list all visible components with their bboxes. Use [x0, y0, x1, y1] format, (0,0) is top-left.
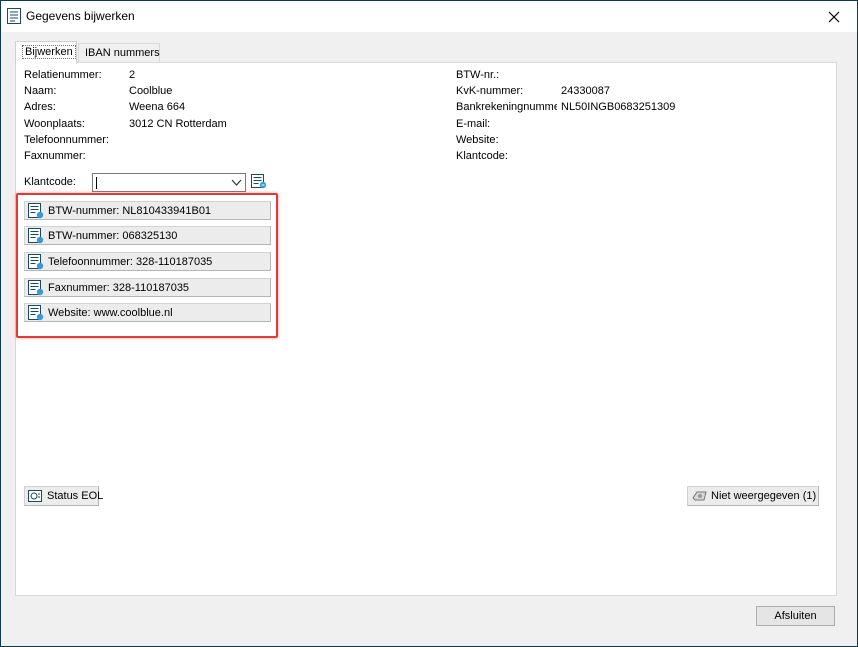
field-label-email: E-mail:	[456, 118, 491, 130]
field-label-adres: Adres:	[24, 101, 56, 113]
suggestion-label: Faxnummer: 328-110187035	[48, 281, 190, 294]
niet-weergegeven-button[interactable]: Niet weergegeven (1)	[687, 486, 819, 506]
field-label-telefoonnummer: Telefoonnummer:	[24, 134, 109, 146]
suggestion-label: Website: www.coolblue.nl	[48, 306, 173, 319]
niet-weergegeven-label: Niet weergegeven (1)	[711, 490, 817, 502]
text-caret	[96, 177, 97, 189]
klantcode-label: Klantcode:	[24, 176, 76, 188]
field-label-faxnummer: Faxnummer:	[24, 150, 86, 162]
eye-icon	[692, 489, 708, 503]
form-add-icon	[28, 253, 44, 270]
status-eol-icon	[28, 488, 44, 504]
field-label-website: Website:	[456, 134, 499, 146]
suggestion-btw-nummer-2[interactable]: BTW-nummer: 068325130	[24, 226, 271, 245]
field-label-woonplaats: Woonplaats:	[24, 118, 85, 130]
form-edit-icon[interactable]	[251, 173, 267, 189]
status-eol-label: Status EOL	[47, 490, 104, 502]
title-bar: Gegevens bijwerken	[1, 1, 857, 32]
window-title: Gegevens bijwerken	[26, 9, 135, 23]
field-label-naam: Naam:	[24, 85, 57, 97]
field-value-relatienummer: 2	[129, 69, 136, 81]
field-value-bankrekeningnummer: NL50INGB0683251309	[561, 101, 676, 113]
form-add-icon	[28, 227, 44, 244]
suggestion-label: BTW-nummer: NL810433941B01	[48, 204, 212, 217]
field-label-kvk-nummer: KvK-nummer:	[456, 85, 524, 97]
afsluiten-button[interactable]: Afsluiten	[756, 606, 835, 626]
dialog-window: Gegevens bijwerken Bijwerken IBAN nummer…	[0, 0, 858, 647]
close-icon	[828, 11, 840, 22]
tab-bijwerken[interactable]: Bijwerken	[15, 41, 77, 64]
field-value-naam: Coolblue	[129, 85, 173, 97]
window-close-button[interactable]	[811, 1, 857, 32]
status-eol-button[interactable]: Status EOL	[24, 486, 103, 506]
field-label-relatienummer: Relatienummer:	[24, 69, 102, 81]
form-add-icon	[28, 304, 44, 321]
suggestion-label: BTW-nummer: 068325130	[48, 229, 178, 242]
form-icon	[7, 8, 21, 24]
tab-label: Bijwerken	[22, 45, 76, 59]
field-label-klantcode-right: Klantcode:	[456, 150, 508, 162]
field-label-btw-nr: BTW-nr.:	[456, 69, 500, 81]
field-value-kvk-nummer: 24330087	[561, 85, 610, 97]
form-add-icon	[28, 279, 44, 296]
chevron-down-icon[interactable]	[231, 177, 242, 188]
form-add-icon	[28, 202, 44, 219]
field-value-woonplaats: 3012 CN Rotterdam	[129, 118, 227, 130]
field-label-bankrekeningnummer: Bankrekeningnummer:	[456, 101, 557, 113]
suggestion-label: Telefoonnummer: 328-110187035	[48, 255, 213, 268]
suggestion-telefoonnummer[interactable]: Telefoonnummer: 328-110187035	[24, 252, 271, 271]
tab-iban-nummers[interactable]: IBAN nummers	[78, 43, 160, 63]
field-value-adres: Weena 664	[129, 101, 186, 113]
suggestion-faxnummer[interactable]: Faxnummer: 328-110187035	[24, 278, 271, 297]
afsluiten-label: Afsluiten	[774, 610, 817, 622]
tab-label: IBAN nummers	[85, 47, 160, 59]
suggestion-btw-nummer-1[interactable]: BTW-nummer: NL810433941B01	[24, 201, 271, 220]
klantcode-combobox[interactable]	[92, 173, 246, 192]
suggestion-website[interactable]: Website: www.coolblue.nl	[24, 303, 271, 322]
